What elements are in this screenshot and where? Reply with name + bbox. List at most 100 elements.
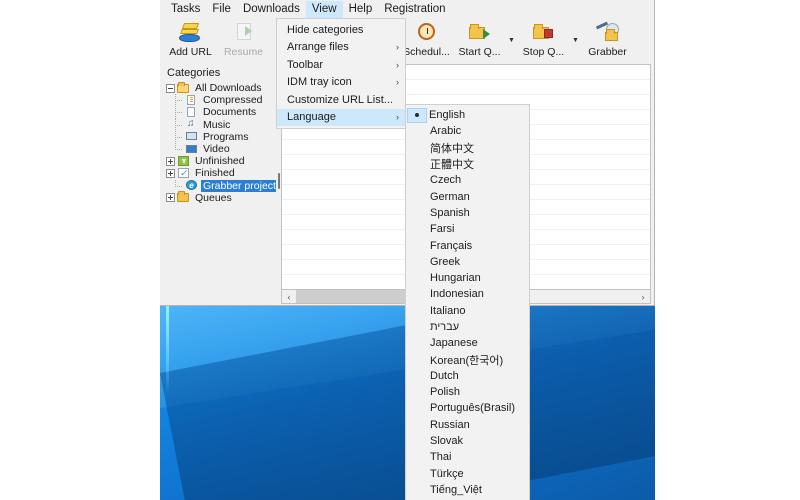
radio-empty-icon [406, 319, 428, 335]
language-label: Italiano [430, 304, 466, 317]
wallpaper-highlight-streak [166, 305, 169, 395]
tree-item-all-downloads[interactable]: All Downloads [163, 82, 276, 94]
language-item-traditional-chinese[interactable]: 正體中文 [406, 156, 529, 172]
toolbar-button-add-url[interactable]: Add URL [164, 19, 217, 62]
tree-label: Compressed [203, 94, 263, 107]
language-item-english[interactable]: English [406, 107, 529, 123]
language-item-polish[interactable]: Polish [406, 384, 529, 400]
radio-empty-icon [406, 286, 428, 302]
toolbar-button-grabber[interactable]: Grabber [581, 19, 634, 62]
language-item-farsi[interactable]: Farsi [406, 221, 529, 237]
language-item-greek[interactable]: Greek [406, 254, 529, 270]
collapse-minus-icon[interactable] [166, 83, 175, 93]
scroll-right-arrow-icon[interactable]: › [636, 290, 650, 303]
radio-empty-icon [406, 303, 428, 319]
radio-empty-icon [406, 270, 428, 286]
menu-item-arrange-files[interactable]: Arrange files › [277, 39, 405, 57]
toolbar-button-stop-queue[interactable]: Stop Q... [517, 19, 570, 62]
categories-panel: Categories All Downloads Compressed Docu… [163, 65, 276, 299]
language-label: Dutch [430, 369, 459, 382]
language-item-slovak[interactable]: Slovak [406, 433, 529, 449]
tree-item-finished[interactable]: ✓ Finished [163, 167, 276, 179]
menu-item-label: IDM tray icon [287, 76, 352, 89]
language-item-french[interactable]: Français [406, 237, 529, 253]
menu-item-label: Language [287, 111, 336, 124]
toolbar-label-scheduler: Schedul... [403, 46, 450, 58]
tree-item-video[interactable]: Video [163, 142, 276, 155]
menu-item-toolbar[interactable]: Toolbar › [277, 56, 405, 74]
tree-item-compressed[interactable]: Compressed [163, 94, 276, 107]
radio-empty-icon [406, 466, 428, 482]
menu-item-language[interactable]: Language › [277, 108, 405, 126]
download-arrow-icon [177, 155, 190, 167]
tree-item-queues[interactable]: Queues [163, 191, 276, 204]
expand-plus-icon[interactable] [166, 168, 175, 178]
language-label: עברית [430, 321, 460, 333]
language-item-turkish[interactable]: Türkçe [406, 466, 529, 482]
language-label: Português(Brasil) [430, 402, 515, 415]
menu-item-hide-categories[interactable]: Hide categories [277, 21, 405, 39]
language-label: Korean(한국어) [430, 354, 504, 367]
language-item-spanish[interactable]: Spanish [406, 205, 529, 221]
toolbar-label-add-url: Add URL [169, 46, 212, 58]
language-submenu: English Arabic 简体中文 正體中文 Czech German Sp… [405, 104, 530, 500]
language-label: Slovak [430, 435, 464, 448]
menubar-item-view[interactable]: View [305, 0, 343, 19]
toolbar-button-start-queue[interactable]: Start Q... [453, 19, 506, 62]
language-label: Russian [430, 418, 470, 431]
language-item-dutch[interactable]: Dutch [406, 368, 529, 384]
menu-item-customize-url-list[interactable]: Customize URL List... [277, 91, 405, 109]
tree-label: Queues [195, 191, 232, 204]
tree-item-grabber-projects[interactable]: e Grabber projects [163, 179, 276, 192]
expand-plus-icon[interactable] [166, 193, 175, 203]
stop-queue-chevron-down-icon[interactable]: ▼ [570, 19, 581, 62]
tree-item-documents[interactable]: Documents [163, 106, 276, 119]
language-item-czech[interactable]: Czech [406, 172, 529, 188]
language-item-japanese[interactable]: Japanese [406, 335, 529, 351]
menubar-item-file[interactable]: File [206, 1, 237, 19]
language-label: Tiếng_Việt [430, 483, 482, 496]
language-label: Français [430, 239, 473, 252]
menubar-item-registration[interactable]: Registration [378, 1, 451, 19]
radio-selected-icon [407, 107, 427, 123]
categories-tree[interactable]: All Downloads Compressed Documents ♫ Mus… [163, 82, 276, 298]
tree-item-unfinished[interactable]: Unfinished [163, 155, 276, 167]
add-url-icon [178, 21, 204, 45]
language-item-arabic[interactable]: Arabic [406, 123, 529, 139]
radio-empty-icon [406, 140, 428, 156]
language-item-russian[interactable]: Russian [406, 417, 529, 433]
radio-empty-icon [406, 433, 428, 449]
language-item-simplified-chinese[interactable]: 简体中文 [406, 140, 529, 156]
chevron-right-icon: › [396, 59, 399, 70]
language-item-portuguese-brazil[interactable]: Português(Brasil) [406, 400, 529, 416]
radio-empty-icon [406, 384, 428, 400]
menubar-item-tasks[interactable]: Tasks [165, 1, 206, 19]
scroll-left-arrow-icon[interactable]: ‹ [282, 290, 296, 303]
language-label: Spanish [430, 206, 470, 219]
language-item-korean[interactable]: Korean(한국어) [406, 351, 529, 367]
tree-label: Programs [203, 130, 249, 143]
menubar-item-downloads[interactable]: Downloads [237, 1, 306, 19]
program-icon [185, 131, 198, 142]
language-item-hebrew[interactable]: עברית [406, 319, 529, 335]
toolbar-button-resume[interactable]: Resume [217, 19, 270, 62]
toolbar-button-scheduler[interactable]: Schedul... [400, 19, 453, 62]
start-queue-chevron-down-icon[interactable]: ▼ [506, 19, 517, 62]
tree-item-programs[interactable]: Programs [163, 130, 276, 144]
language-item-vietnamese[interactable]: Tiếng_Việt [406, 482, 529, 498]
tree-item-music[interactable]: ♫ Music [163, 118, 276, 131]
language-item-german[interactable]: German [406, 188, 529, 204]
menu-item-label: Hide categories [287, 23, 364, 36]
language-item-hungarian[interactable]: Hungarian [406, 270, 529, 286]
language-item-indonesian[interactable]: Indonesian [406, 286, 529, 302]
expand-plus-icon[interactable] [166, 156, 175, 166]
language-label: Polish [430, 386, 460, 399]
menubar-item-help[interactable]: Help [343, 1, 379, 19]
radio-empty-icon [406, 238, 428, 254]
tree-label: Music [203, 118, 231, 131]
language-item-thai[interactable]: Thai [406, 449, 529, 465]
menu-item-idm-tray-icon[interactable]: IDM tray icon › [277, 74, 405, 92]
language-item-italian[interactable]: Italiano [406, 303, 529, 319]
radio-empty-icon [406, 417, 428, 433]
language-label: Thai [430, 451, 452, 464]
